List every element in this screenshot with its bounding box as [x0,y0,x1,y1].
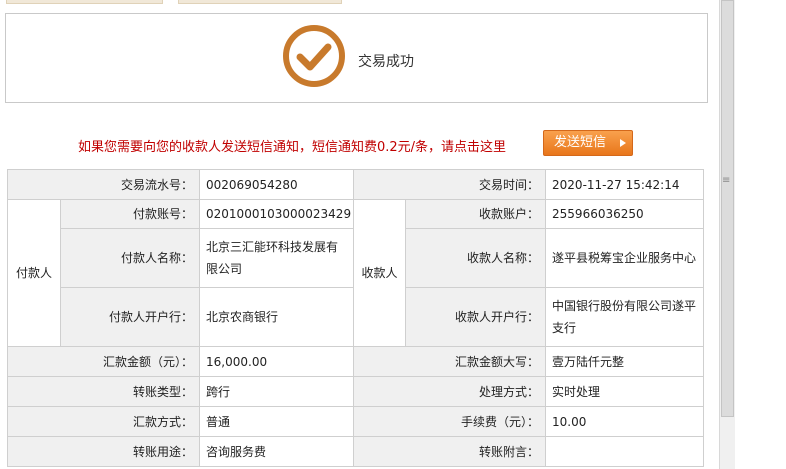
amount-label: 汇款金额（元）： [6,346,201,377]
payee-name-label: 收款人名称： [405,228,547,288]
fee-label: 手续费（元）： [353,406,547,437]
transfer-type-value: 跨行 [199,376,355,407]
table-row: 转账用途： 咨询服务费 转账附言： [6,436,705,467]
note-value [545,436,705,467]
payer-account-value: 0201000103000023429 [199,199,355,229]
transaction-detail-table: 交易流水号： 002069054280 交易时间： 2020-11-27 15:… [6,169,705,467]
transfer-type-label: 转账类型： [6,376,201,407]
table-row: 付款人 付款账号： 0201000103000023429 收款人 收款账户： … [7,199,705,347]
payer-bank-label: 付款人开户行： [59,287,201,347]
status-text: 交易成功 [358,54,414,70]
remit-method-label: 汇款方式： [6,406,201,437]
purpose-value: 咨询服务费 [199,436,355,467]
top-tab-left[interactable] [6,0,163,4]
scrollbar-thumb[interactable] [721,0,734,417]
payer-name-value: 北京三汇能环科技发展有限公司 [199,228,355,288]
amount-value: 16,000.00 [199,346,355,377]
scrollbar-grip-icon: ≡ [722,175,731,186]
send-sms-button-label: 发送短信 [554,135,607,150]
payee-group-label: 收款人 [353,199,407,347]
payee-account-value: 255966036250 [545,199,705,229]
table-row: 交易流水号： 002069054280 交易时间： 2020-11-27 15:… [6,169,705,200]
amount-upper-value: 壹万陆仟元整 [545,346,705,377]
note-label: 转账附言： [353,436,547,467]
payee-name-value: 遂平县税筹宝企业服务中心 [545,228,705,288]
payee-bank-value: 中国银行股份有限公司遂平支行 [545,287,705,347]
play-arrow-icon [620,139,626,147]
serial-label: 交易流水号： [6,169,201,200]
amount-upper-label: 汇款金额大写： [353,346,547,377]
serial-value: 002069054280 [199,169,355,200]
top-tab-right[interactable] [178,0,342,4]
payer-bank-value: 北京农商银行 [199,287,355,347]
payer-group-label: 付款人 [7,199,61,347]
time-label: 交易时间： [353,169,547,200]
payee-bank-label: 收款人开户行： [405,287,547,347]
remit-method-value: 普通 [199,406,355,437]
result-panel: 交易成功 [5,13,708,103]
time-value: 2020-11-27 15:42:14 [545,169,705,200]
payee-account-label: 收款账户： [405,199,547,229]
payer-account-label: 付款账号： [59,199,201,229]
send-sms-button[interactable]: 发送短信 [543,130,633,156]
table-row: 汇款方式： 普通 手续费（元）： 10.00 [6,406,705,437]
sms-notice: 如果您需要向您的收款人发送短信通知，短信通知费0.2元/条，请点击这里 [78,140,507,155]
payer-name-label: 付款人名称： [59,228,201,288]
process-label: 处理方式： [353,376,547,407]
purpose-label: 转账用途： [6,436,201,467]
fee-value: 10.00 [545,406,705,437]
check-circle-icon [283,25,345,87]
process-value: 实时处理 [545,376,705,407]
table-row: 转账类型： 跨行 处理方式： 实时处理 [6,376,705,407]
table-row: 汇款金额（元）： 16,000.00 汇款金额大写： 壹万陆仟元整 [6,346,705,377]
